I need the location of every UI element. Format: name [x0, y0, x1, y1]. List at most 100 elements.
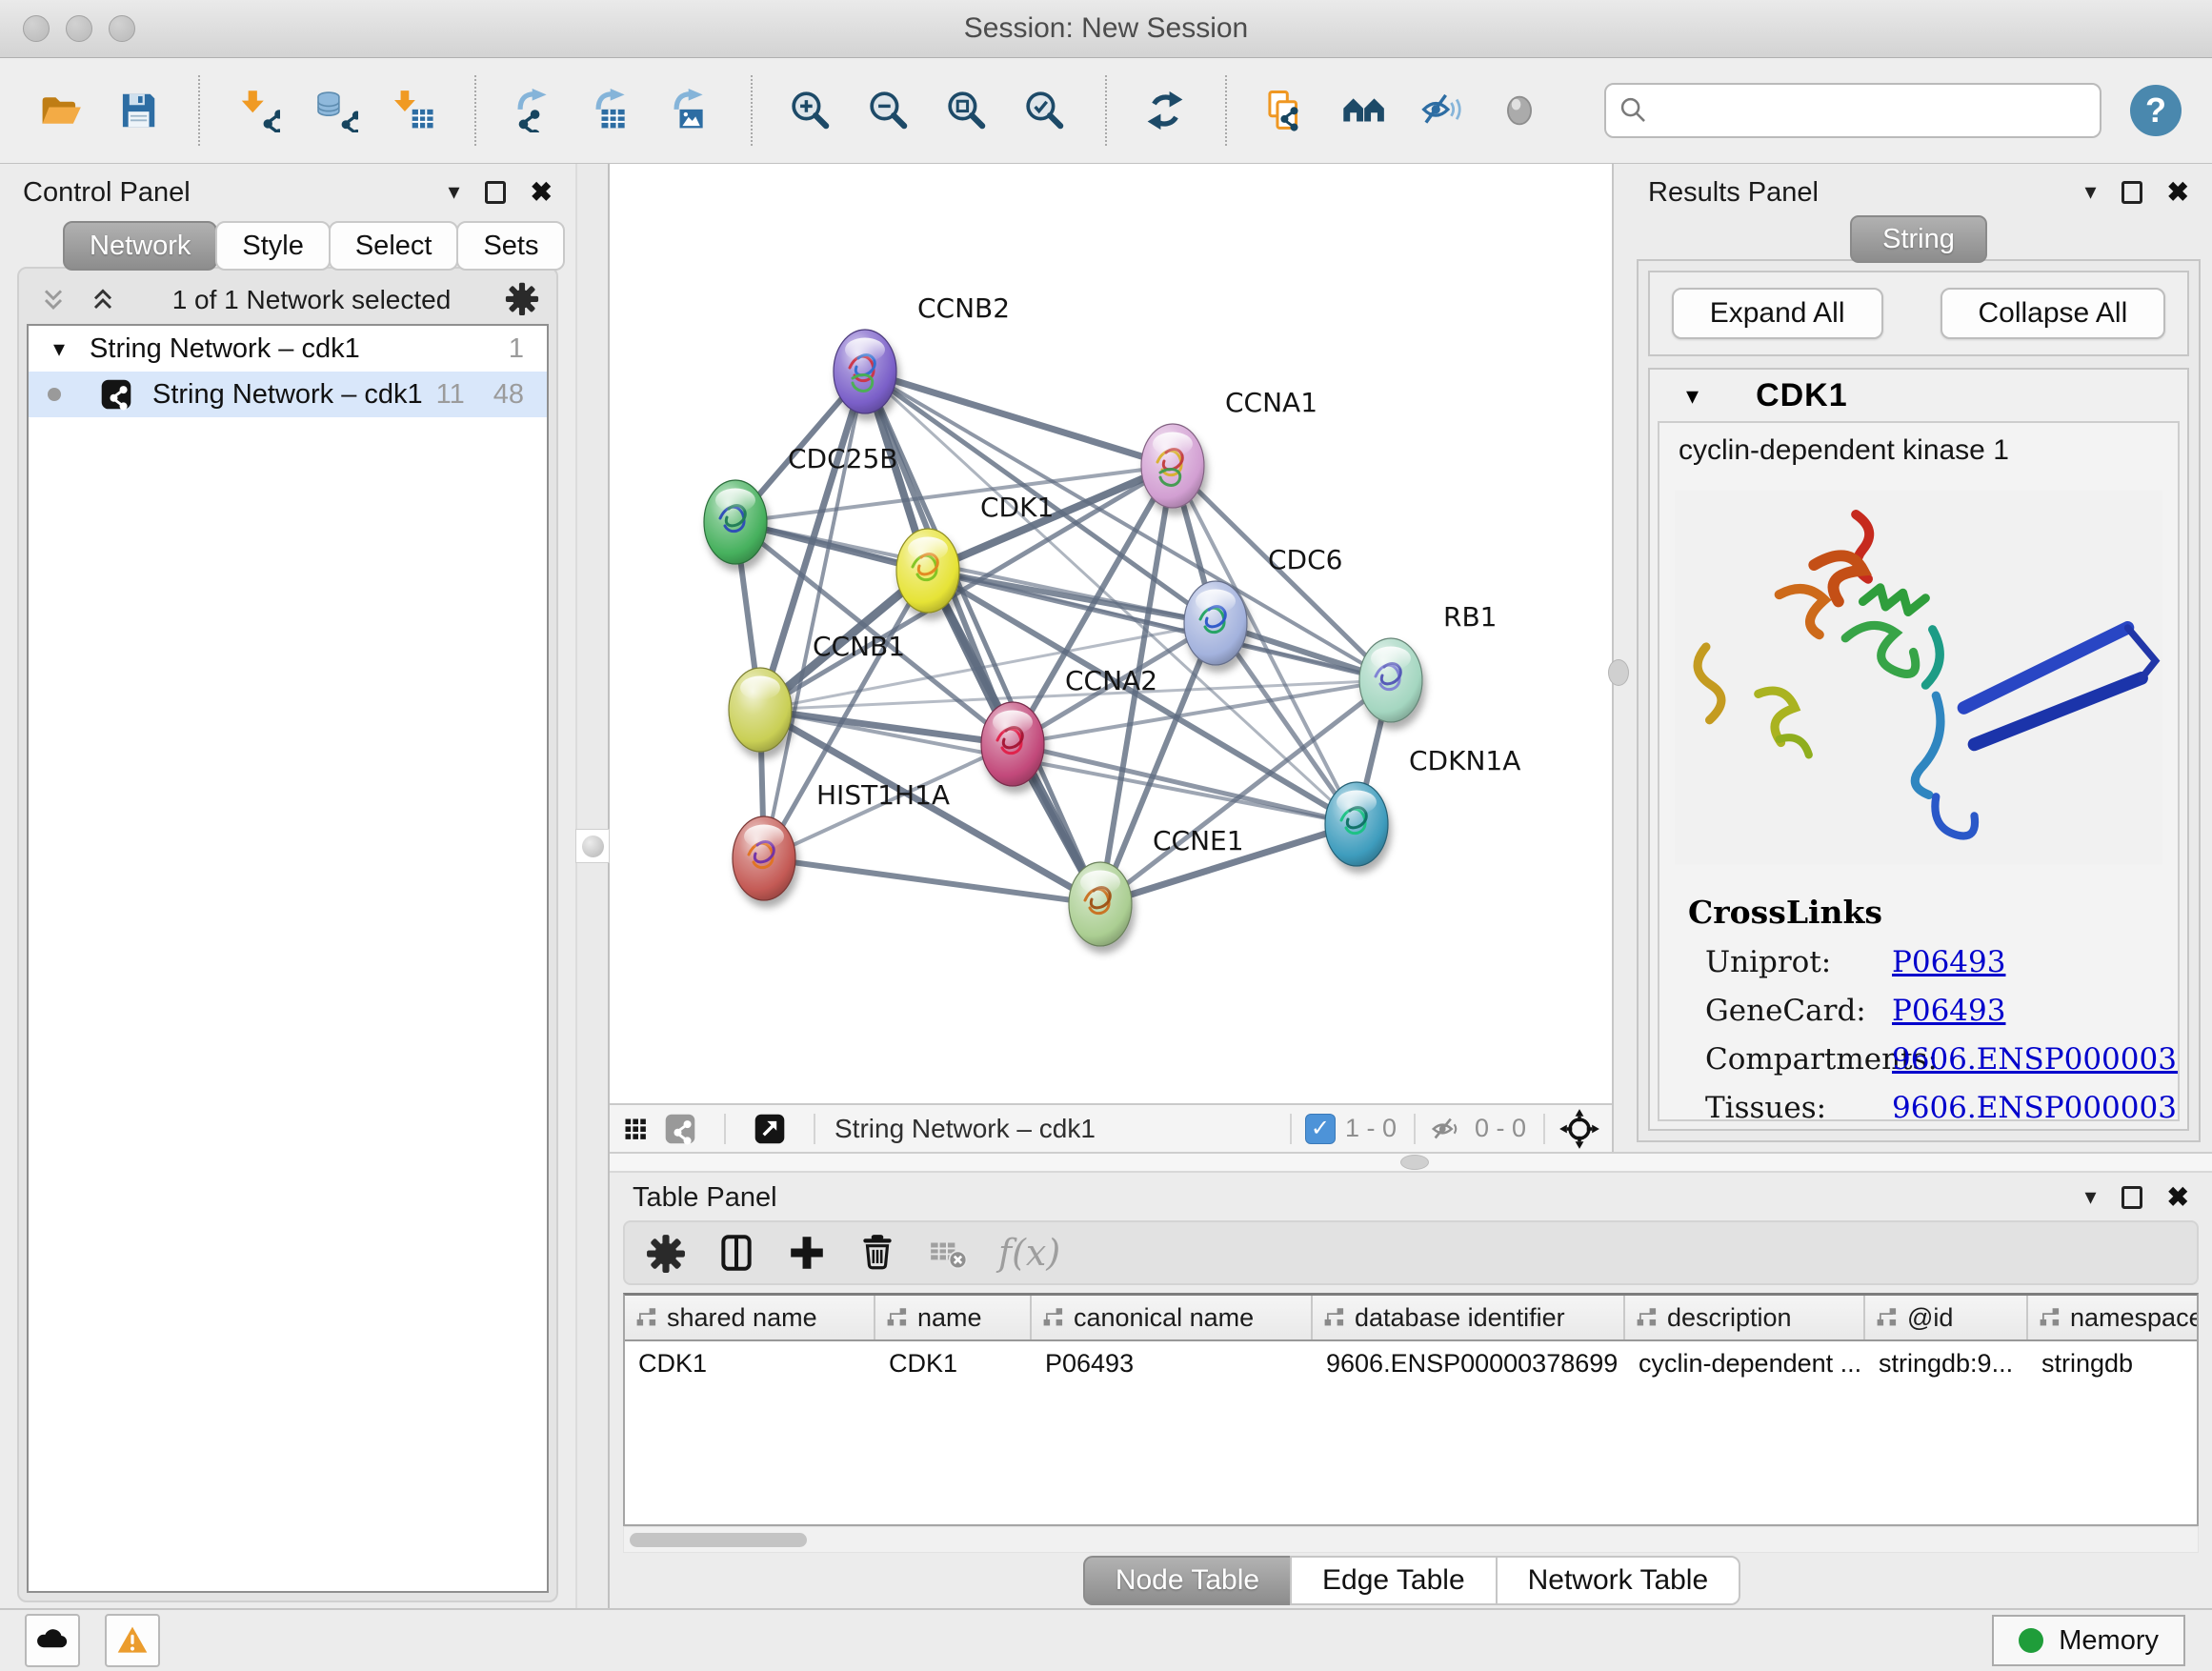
- scrollbar-thumb[interactable]: [630, 1533, 807, 1547]
- horizontal-scrollbar[interactable]: [623, 1526, 2199, 1553]
- refresh-layout-icon[interactable]: [1143, 89, 1187, 132]
- crosslink-link[interactable]: P06493: [1892, 945, 2005, 979]
- warning-button[interactable]: [105, 1614, 160, 1667]
- column-header[interactable]: description: [1625, 1296, 1865, 1339]
- divider-drag-handle[interactable]: [575, 829, 610, 863]
- network-collection-row[interactable]: ▾ String Network – cdk1 1: [29, 326, 547, 372]
- crosslink-link[interactable]: P06493: [1892, 994, 2005, 1028]
- divider-drag-handle[interactable]: [1400, 1155, 1429, 1170]
- crosslinks-title: CrossLinks: [1659, 894, 2178, 931]
- export-network-icon[interactable]: [513, 89, 556, 132]
- cloud-button[interactable]: [25, 1614, 80, 1667]
- collapse-panel-icon[interactable]: ▾: [2084, 181, 2096, 204]
- collapse-all-button[interactable]: Collapse All: [1941, 288, 2166, 339]
- export-table-icon[interactable]: [591, 89, 634, 132]
- network-label: String Network – cdk1: [152, 379, 423, 411]
- close-panel-icon[interactable]: ✖: [2167, 179, 2189, 206]
- delete-row-icon[interactable]: [857, 1233, 897, 1273]
- collapse-section-icon[interactable]: ▾: [1686, 381, 1699, 411]
- zoom-selected-icon[interactable]: [1023, 89, 1067, 132]
- crosslink-link[interactable]: 9606.ENSP00000378699: [1892, 1042, 2180, 1077]
- clone-network-icon[interactable]: [1263, 89, 1307, 132]
- save-session-icon[interactable]: [116, 89, 160, 132]
- network-canvas[interactable]: CCNB2CCNA1CDC25BCDK1CDC6RB1CCNB1CCNA2CDK…: [610, 164, 1612, 1103]
- function-builder-icon[interactable]: f(x): [998, 1232, 1060, 1274]
- crosshair-icon[interactable]: [1558, 1108, 1600, 1150]
- selected-nodes-checkbox[interactable]: ✓: [1305, 1114, 1336, 1144]
- table-panel-title: Table Panel: [633, 1182, 777, 1214]
- main-toolbar: ?: [0, 58, 2212, 164]
- close-window-button[interactable]: [23, 15, 50, 42]
- expand-all-icon[interactable]: [88, 285, 118, 315]
- column-header[interactable]: canonical name: [1032, 1296, 1313, 1339]
- node-label: CCNE1: [1153, 825, 1244, 856]
- tab-sets[interactable]: Sets: [456, 221, 565, 271]
- zoom-out-icon[interactable]: [867, 89, 911, 132]
- zoom-fit-icon[interactable]: [945, 89, 989, 132]
- column-header[interactable]: database identifier: [1313, 1296, 1625, 1339]
- column-header[interactable]: @id: [1865, 1296, 2028, 1339]
- zoom-window-button[interactable]: [109, 15, 135, 42]
- network-node-RB1[interactable]: RB1: [1359, 601, 1497, 722]
- close-panel-icon[interactable]: ✖: [531, 179, 553, 206]
- divider-drag-handle[interactable]: [1608, 659, 1629, 686]
- expand-all-button[interactable]: Expand All: [1672, 288, 1883, 339]
- share-view-icon[interactable]: [663, 1112, 697, 1146]
- import-table-icon[interactable]: [392, 89, 436, 132]
- grid-view-icon[interactable]: [621, 1115, 650, 1143]
- tab-network-table[interactable]: Network Table: [1496, 1556, 1741, 1605]
- tab-style[interactable]: Style: [215, 221, 330, 271]
- collapse-all-icon[interactable]: [38, 285, 69, 315]
- table-panel-divider[interactable]: [610, 1152, 2212, 1173]
- show-all-icon[interactable]: [1498, 89, 1541, 132]
- help-button[interactable]: ?: [2130, 85, 2182, 136]
- search-box[interactable]: [1604, 83, 2101, 138]
- tab-network[interactable]: Network: [63, 221, 217, 271]
- delete-column-icon[interactable]: [928, 1233, 968, 1273]
- network-row[interactable]: String Network – cdk1 11 48: [29, 372, 547, 417]
- close-panel-icon[interactable]: ✖: [2167, 1184, 2189, 1211]
- open-window-icon[interactable]: [753, 1112, 787, 1146]
- toolbar-separator: [1225, 75, 1227, 146]
- network-node-CCNB2[interactable]: CCNB2: [834, 292, 1010, 413]
- network-graph[interactable]: CCNB2CCNA1CDC25BCDK1CDC6RB1CCNB1CCNA2CDK…: [610, 164, 1612, 1105]
- first-neighbors-icon[interactable]: [1341, 89, 1385, 132]
- gene-section-body: cyclin-dependent kinase 1: [1658, 421, 2180, 1121]
- tab-string[interactable]: String: [1850, 215, 1987, 263]
- tree-expand-icon[interactable]: ▾: [53, 335, 65, 363]
- left-panel-divider[interactable]: [575, 164, 610, 1608]
- settings-gear-icon[interactable]: [505, 281, 539, 315]
- crosslink-link[interactable]: 9606.ENSP00000378699: [1892, 1091, 2180, 1121]
- results-panel-divider[interactable]: [1612, 164, 1625, 1152]
- add-row-icon[interactable]: [787, 1233, 827, 1273]
- minimize-window-button[interactable]: [66, 15, 92, 42]
- tab-select[interactable]: Select: [329, 221, 459, 271]
- gene-description: cyclin-dependent kinase 1: [1659, 434, 2178, 467]
- float-panel-icon[interactable]: [2122, 1186, 2142, 1209]
- float-panel-icon[interactable]: [485, 181, 506, 204]
- network-node-CDKN1A[interactable]: CDKN1A: [1325, 745, 1520, 866]
- collapse-panel-icon[interactable]: ▾: [448, 181, 459, 204]
- columns-icon[interactable]: [716, 1233, 756, 1273]
- table-row[interactable]: CDK1CDK1P064939606.ENSP00000378699cyclin…: [625, 1341, 2197, 1385]
- node-label: CCNA2: [1065, 665, 1157, 696]
- gene-section-header[interactable]: ▾ CDK1: [1650, 370, 2187, 421]
- hide-selected-icon[interactable]: [1419, 89, 1463, 132]
- import-network-file-icon[interactable]: [236, 89, 280, 132]
- export-image-icon[interactable]: [669, 89, 713, 132]
- column-header[interactable]: namespace: [2028, 1296, 2197, 1339]
- column-header[interactable]: name: [875, 1296, 1032, 1339]
- memory-button[interactable]: Memory: [1992, 1615, 2185, 1666]
- settings-gear-icon[interactable]: [646, 1233, 686, 1273]
- search-input[interactable]: [1658, 94, 2088, 127]
- import-network-database-icon[interactable]: [314, 89, 358, 132]
- col-header-icon: [1875, 1305, 1900, 1330]
- column-header[interactable]: shared name: [625, 1296, 875, 1339]
- tab-edge-table[interactable]: Edge Table: [1290, 1556, 1498, 1605]
- collapse-panel-icon[interactable]: ▾: [2084, 1186, 2096, 1209]
- zoom-in-icon[interactable]: [789, 89, 833, 132]
- open-file-icon[interactable]: [38, 89, 82, 132]
- network-node-CCNA1[interactable]: CCNA1: [1141, 387, 1317, 508]
- float-panel-icon[interactable]: [2122, 181, 2142, 204]
- tab-node-table[interactable]: Node Table: [1083, 1556, 1292, 1605]
